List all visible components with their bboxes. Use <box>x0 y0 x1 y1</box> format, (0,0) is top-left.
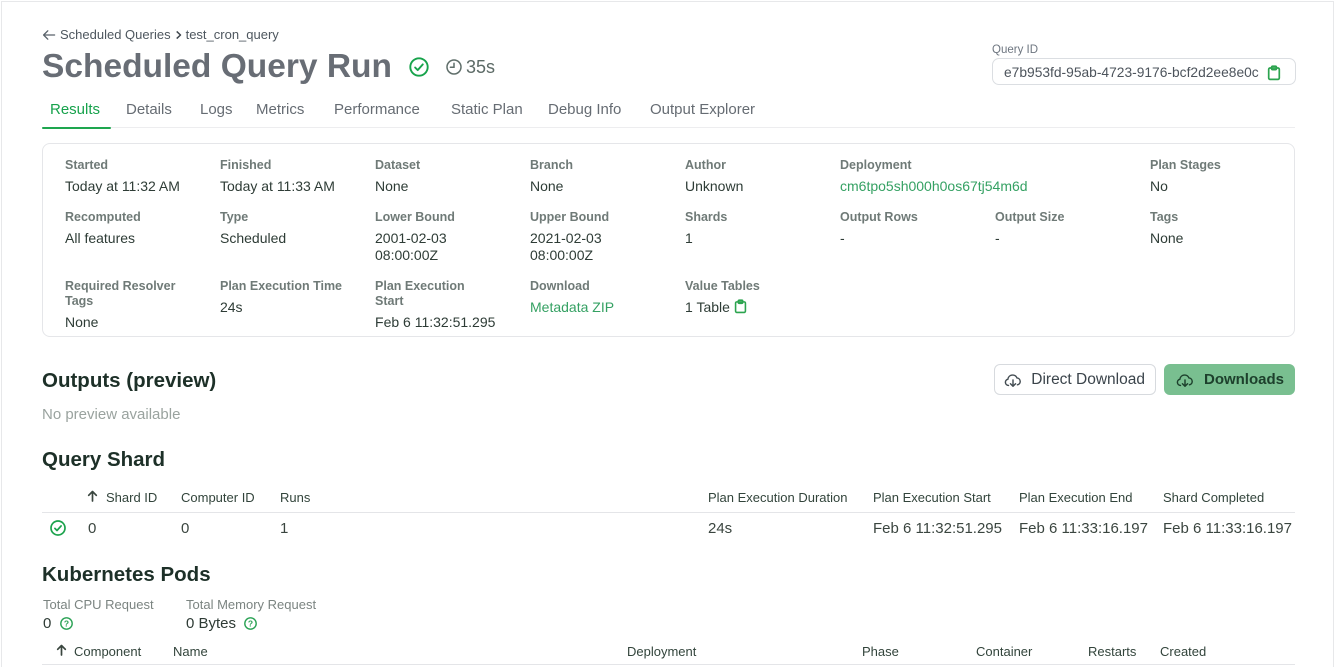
svg-text:?: ? <box>248 618 253 628</box>
svg-text:?: ? <box>64 618 69 628</box>
